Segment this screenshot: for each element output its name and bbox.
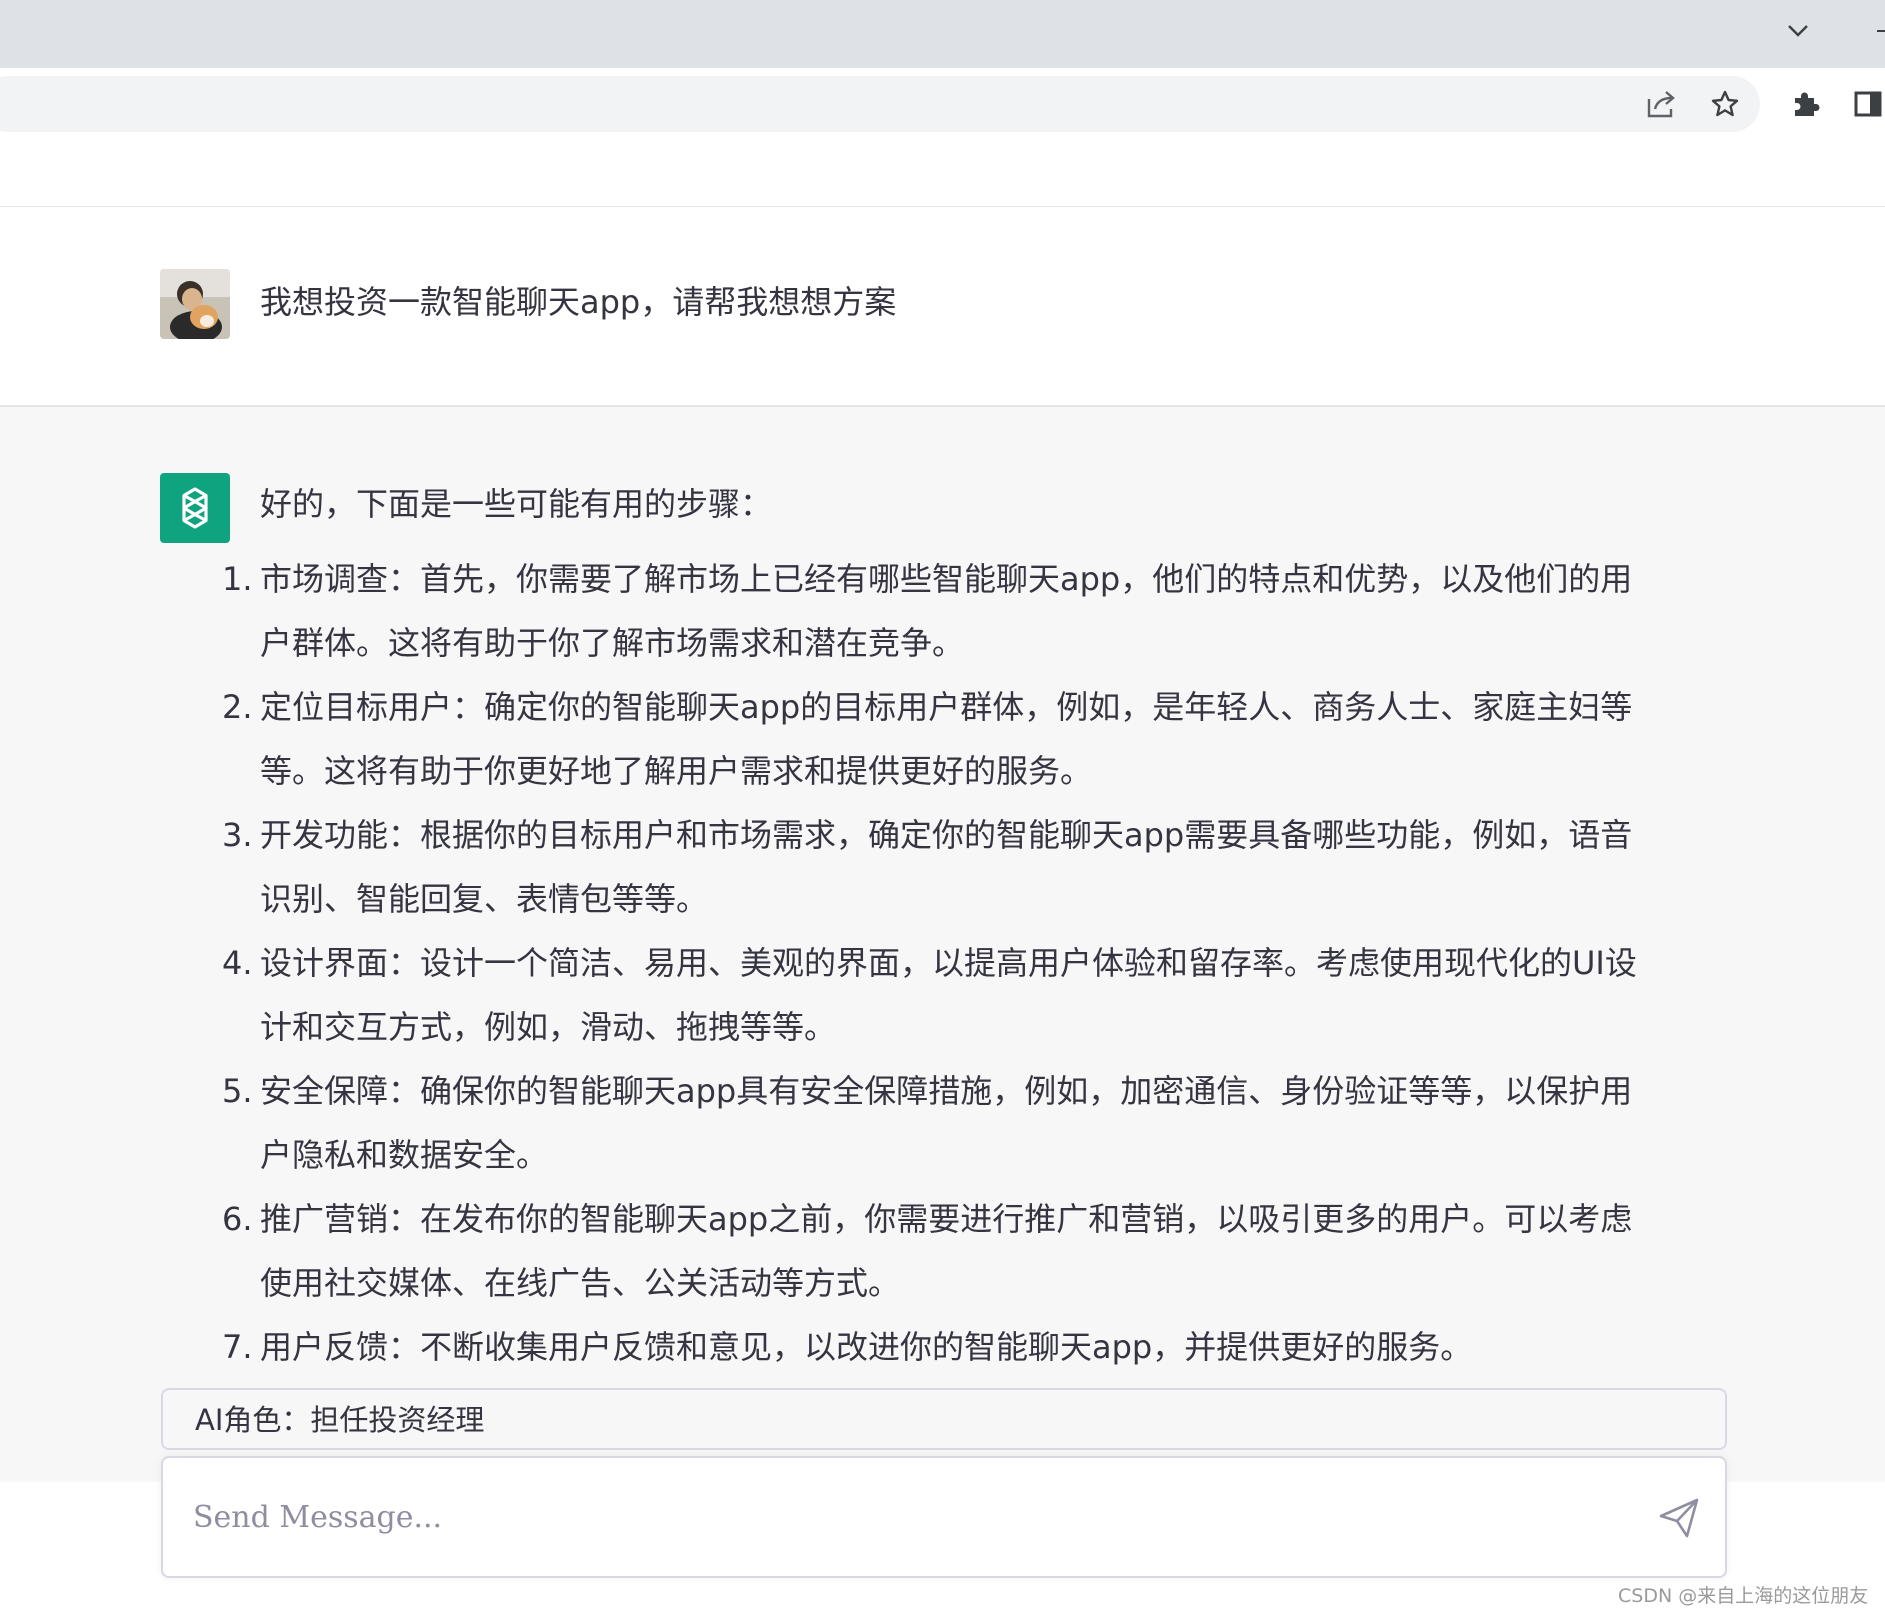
list-item-text: 定位目标用户：确定你的智能聊天app的目标用户群体，例如，是年轻人、商务人士、家… <box>260 688 1633 790</box>
list-item-number: 2. <box>222 688 253 726</box>
assistant-steps-list: 1. 市场调查：首先，你需要了解市场上已经有哪些智能聊天app，他们的特点和优势，… <box>222 547 1642 1379</box>
tab-strip <box>0 0 1885 68</box>
send-button[interactable] <box>1653 1492 1705 1544</box>
list-item: 3. 开发功能：根据你的目标用户和市场需求，确定你的智能聊天app需要具备哪些功能… <box>222 803 1642 931</box>
list-item-number: 1. <box>222 560 253 598</box>
assistant-message-row: 好的，下面是一些可能有用的步骤： 1. 市场调查：首先，你需要了解市场上已经有哪些… <box>0 407 1885 1482</box>
list-item: 7. 用户反馈：不断收集用户反馈和意见，以改进你的智能聊天app，并提供更好的服务… <box>222 1315 1642 1379</box>
star-icon <box>1711 90 1739 117</box>
list-item-text: 市场调查：首先，你需要了解市场上已经有哪些智能聊天app，他们的特点和优势，以及… <box>260 560 1633 662</box>
bookmark-button[interactable] <box>1705 84 1745 124</box>
user-avatar <box>160 269 230 339</box>
extension-icon <box>1795 92 1820 116</box>
list-item: 6. 推广营销：在发布你的智能聊天app之前，你需要进行推广和营销，以吸引更多的用… <box>222 1187 1642 1315</box>
tab-search-button[interactable] <box>1780 14 1816 48</box>
ai-role-bar[interactable]: AI角色：担任投资经理 <box>161 1388 1727 1450</box>
list-item-text: 开发功能：根据你的目标用户和市场需求，确定你的智能聊天app需要具备哪些功能，例… <box>260 816 1633 918</box>
list-item: 2. 定位目标用户：确定你的智能聊天app的目标用户群体，例如，是年轻人、商务人士… <box>222 675 1642 803</box>
address-bar[interactable] <box>0 76 1760 132</box>
list-item-number: 3. <box>222 816 253 854</box>
window-minimize-button[interactable] <box>1875 14 1885 48</box>
message-input[interactable] <box>191 1488 1595 1546</box>
assistant-intro-text: 好的，下面是一些可能有用的步骤： <box>260 485 773 523</box>
page-header <box>0 136 1885 208</box>
list-item-number: 7. <box>222 1328 253 1366</box>
send-icon <box>1659 1498 1699 1538</box>
ai-role-label: AI角色：担任投资经理 <box>195 1403 485 1437</box>
extensions-button[interactable] <box>1785 84 1825 124</box>
list-item: 1. 市场调查：首先，你需要了解市场上已经有哪些智能聊天app，他们的特点和优势，… <box>222 547 1642 675</box>
list-item-text: 用户反馈：不断收集用户反馈和意见，以改进你的智能聊天app，并提供更好的服务。 <box>260 1328 1473 1366</box>
list-item-number: 4. <box>222 944 253 982</box>
chevron-down-icon <box>1788 25 1808 37</box>
side-panel-button[interactable] <box>1848 84 1885 124</box>
side-panel-icon <box>1854 91 1882 117</box>
message-composer <box>161 1456 1727 1578</box>
list-item-text: 设计界面：设计一个简洁、易用、美观的界面，以提高用户体验和留存率。考虑使用现代化… <box>260 944 1637 1046</box>
list-item-number: 6. <box>222 1200 253 1238</box>
list-item-text: 推广营销：在发布你的智能聊天app之前，你需要进行推广和营销，以吸引更多的用户。… <box>260 1200 1633 1302</box>
watermark: CSDN @来自上海的这位朋友 <box>1618 1585 1869 1607</box>
share-icon <box>1647 91 1675 118</box>
share-button[interactable] <box>1641 84 1681 124</box>
list-item: 5. 安全保障：确保你的智能聊天app具有安全保障措施，例如，加密通信、身份验证等… <box>222 1059 1642 1187</box>
user-message-row: 我想投资一款智能聊天app，请帮我想想方案 <box>0 207 1885 407</box>
openai-logo-icon <box>182 487 208 529</box>
user-message-text: 我想投资一款智能聊天app，请帮我想想方案 <box>260 283 897 321</box>
list-item-number: 5. <box>222 1072 253 1110</box>
list-item-text: 安全保障：确保你的智能聊天app具有安全保障措施，例如，加密通信、身份验证等等，… <box>260 1072 1633 1174</box>
list-item: 4. 设计界面：设计一个简洁、易用、美观的界面，以提高用户体验和留存率。考虑使用现… <box>222 931 1642 1059</box>
assistant-avatar <box>160 473 230 543</box>
